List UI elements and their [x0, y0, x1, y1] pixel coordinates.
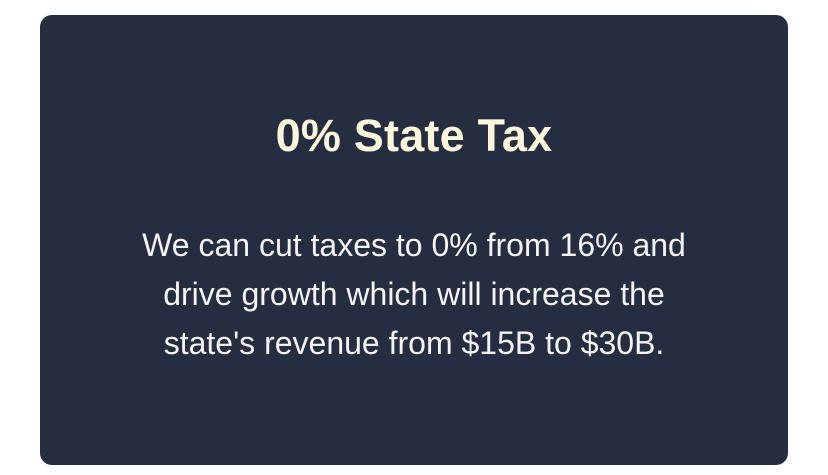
card-body-line-1: We can cut taxes to 0% from 16% and: [142, 227, 686, 263]
card-title: 0% State Tax: [275, 110, 553, 161]
card-body-line-3: state's revenue from $15B to $30B.: [163, 325, 665, 361]
info-card: 0% State Tax We can cut taxes to 0% from…: [40, 15, 788, 465]
card-body-text: We can cut taxes to 0% from 16% and driv…: [80, 221, 748, 368]
card-body-line-2: drive growth which will increase the: [163, 276, 665, 312]
